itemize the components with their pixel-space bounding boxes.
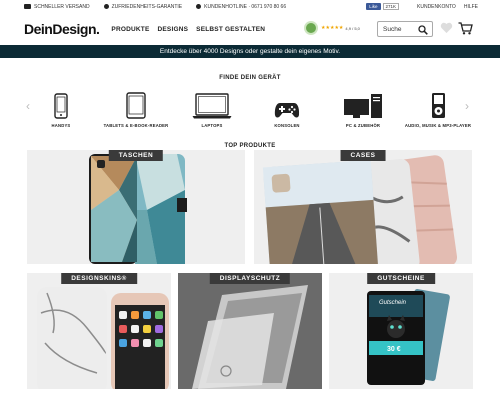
- trust-badge[interactable]: ★★★★★ 4,9 / 5,0: [304, 21, 360, 35]
- facebook-like-button[interactable]: Like: [366, 3, 381, 10]
- hotline-info: KUNDENHOTLINE · 0671 970 80 66: [196, 4, 286, 10]
- guarantee-info: ZUFRIEDENHEITS-GARANTIE: [103, 4, 182, 10]
- gutscheine-product-image: Gutschein 30 €: [367, 289, 450, 385]
- shopping-cart-icon[interactable]: [458, 22, 473, 35]
- search-icon[interactable]: [418, 25, 428, 35]
- tablet-icon: [126, 92, 146, 119]
- device-konsolen[interactable]: KONSOLEN: [247, 89, 327, 128]
- nav-selbst-gestalten[interactable]: SELBST GESTALTEN: [196, 26, 265, 33]
- product-tile-designskins[interactable]: DESIGNSKINS®: [27, 273, 171, 389]
- taschen-product-image: [89, 154, 187, 264]
- top-info-bar: SCHNELLER VERSAND ZUFRIEDENHEITS-GARANTI…: [0, 0, 500, 13]
- desktop-pc-icon: [344, 94, 382, 118]
- displayschutz-product-image: [178, 273, 322, 389]
- trusted-shops-seal-icon: [304, 21, 318, 35]
- products-title: TOP PRODUKTE: [224, 143, 276, 149]
- devices-title: FINDE DEIN GERÄT: [219, 75, 281, 81]
- voucher-amount: 30 €: [387, 346, 401, 353]
- product-tile-displayschutz[interactable]: DISPLAYSCHUTZ: [178, 273, 322, 389]
- nav-designs[interactable]: DESIGNS: [157, 26, 188, 33]
- facebook-like-count: 271K: [382, 3, 400, 10]
- search-placeholder: Suche: [383, 25, 402, 33]
- mp3-player-icon: [431, 93, 445, 118]
- rating-score: 4,9 / 5,0: [345, 25, 360, 31]
- device-laptops[interactable]: LAPTOPS: [172, 89, 252, 128]
- smartphone-icon: [54, 93, 68, 119]
- device-carousel: ‹ HANDYS TABLETS & E-BOOK-READER LAPTOPS…: [0, 89, 500, 139]
- main-header: DeinDesign. PRODUKTE DESIGNS SELBST GEST…: [0, 13, 500, 45]
- product-label-displayschutz: DISPLAYSCHUTZ: [209, 273, 291, 284]
- device-handys[interactable]: HANDYS: [21, 89, 101, 128]
- badge-icon: [103, 4, 109, 9]
- account-link[interactable]: KUNDENKONTO: [417, 4, 456, 10]
- product-label-gutscheine: GUTSCHEINE: [367, 273, 435, 284]
- carousel-next-icon[interactable]: ›: [465, 99, 469, 113]
- designskins-product-image: [37, 287, 169, 389]
- logo[interactable]: DeinDesign.: [24, 21, 100, 37]
- cases-product-image: [262, 155, 458, 264]
- main-navigation: PRODUKTE DESIGNS SELBST GESTALTEN: [111, 26, 273, 33]
- product-label-designskins: DESIGNSKINS®: [61, 273, 137, 284]
- rating-stars: ★★★★★: [321, 25, 344, 31]
- wishlist-heart-icon[interactable]: [440, 22, 453, 34]
- device-tablets[interactable]: TABLETS & E-BOOK-READER: [96, 89, 176, 128]
- help-link[interactable]: HILFE: [464, 4, 478, 10]
- product-tile-taschen[interactable]: TASCHEN: [27, 150, 245, 264]
- search-input[interactable]: Suche: [377, 21, 433, 37]
- truck-icon: [24, 4, 31, 9]
- promo-banner[interactable]: Entdecke über 4000 Designs oder gestalte…: [0, 45, 500, 58]
- product-label-taschen: TASCHEN: [108, 150, 164, 161]
- product-tile-cases[interactable]: CASES: [254, 150, 472, 264]
- shipping-info: SCHNELLER VERSAND: [24, 4, 90, 10]
- product-tile-gutscheine[interactable]: GUTSCHEINE Gutschein 30 €: [329, 273, 473, 389]
- phone-icon: [196, 4, 202, 9]
- laptop-icon: [192, 93, 232, 119]
- device-pc-zubehoer[interactable]: PC & ZUBEHÖR: [323, 89, 403, 128]
- gamepad-icon: [274, 103, 300, 118]
- voucher-title: Gutschein: [379, 300, 407, 306]
- product-label-cases: CASES: [340, 150, 386, 161]
- nav-produkte[interactable]: PRODUKTE: [111, 26, 149, 33]
